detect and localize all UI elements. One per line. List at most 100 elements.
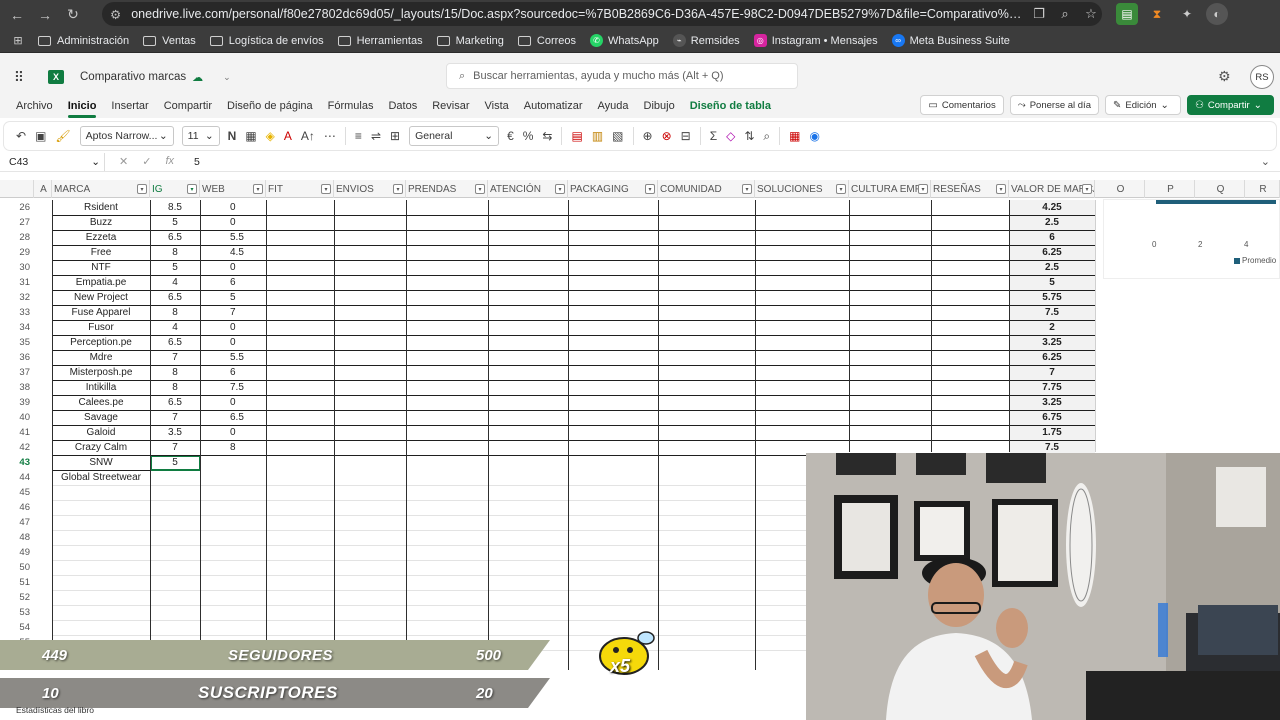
row-number[interactable]: 49	[0, 545, 34, 560]
undo-icon[interactable]: ↶	[16, 129, 26, 143]
copilot-icon[interactable]: ◉	[810, 129, 820, 143]
tab-compartir[interactable]: Compartir	[164, 100, 212, 112]
cell-ig[interactable]	[150, 560, 200, 575]
conditional-format-icon[interactable]: ▤	[571, 129, 582, 143]
filter-dropdown-icon[interactable]: ▾	[321, 184, 331, 194]
merge-icon[interactable]: ⊞	[390, 129, 400, 143]
search-box[interactable]: ⌕ Buscar herramientas, ayuda y mucho más…	[446, 63, 798, 89]
stats-label[interactable]: Estadísticas del libro	[16, 705, 94, 715]
cell-web[interactable]	[200, 545, 266, 560]
row-number[interactable]: 54	[0, 620, 34, 635]
star-icon[interactable]: ☆	[1080, 6, 1102, 22]
filter-dropdown-icon[interactable]: ▾	[645, 184, 655, 194]
column-header-packaging[interactable]: PACKAGING ▾	[568, 180, 658, 198]
currency-icon[interactable]: €	[507, 129, 514, 143]
cell-ig[interactable]: 6.5	[150, 290, 200, 305]
row-number[interactable]: 26	[0, 200, 34, 215]
cell-ig[interactable]: 5	[150, 260, 200, 275]
cell-marca[interactable]: Empatia.pe	[52, 275, 150, 290]
filter-dropdown-icon[interactable]: ▾	[137, 184, 147, 194]
column-header-web[interactable]: WEB ▾	[200, 180, 266, 198]
row-number[interactable]: 31	[0, 275, 34, 290]
cell-ig[interactable]	[150, 620, 200, 635]
format-cells-icon[interactable]: ⊟	[681, 129, 691, 143]
cell-marca[interactable]: Mdre	[52, 350, 150, 365]
tab-diseno-pagina[interactable]: Diseño de página	[227, 100, 313, 112]
font-family-select[interactable]: Aptos Narrow... ⌄	[79, 126, 174, 146]
settings-icon[interactable]: ⚙	[1218, 68, 1231, 85]
bookmark-meta[interactable]: ∞ Meta Business Suite	[891, 34, 1010, 47]
profile-icon[interactable]: ◐	[1206, 3, 1228, 25]
cell-web[interactable]	[200, 500, 266, 515]
cell-web[interactable]: 8	[200, 440, 266, 455]
cell-web[interactable]: 5.5	[200, 350, 266, 365]
cell-web[interactable]	[200, 530, 266, 545]
cell-marca[interactable]: Calees.pe	[52, 395, 150, 410]
cell-marca[interactable]: Ezzeta	[52, 230, 150, 245]
row-number[interactable]: 30	[0, 260, 34, 275]
align-icon[interactable]: ≡	[355, 129, 362, 143]
bold-icon[interactable]: N	[228, 129, 237, 143]
filter-dropdown-icon[interactable]: ▾	[918, 184, 928, 194]
cell-marca[interactable]	[52, 605, 150, 620]
select-all-corner[interactable]	[0, 180, 34, 198]
row-number[interactable]: 45	[0, 485, 34, 500]
cell-valor[interactable]: 5	[1009, 275, 1095, 290]
more-icon[interactable]: ⋯	[324, 129, 336, 143]
cell-marca[interactable]: SNW	[52, 455, 150, 470]
cell-valor[interactable]: 2.5	[1009, 260, 1095, 275]
row-number[interactable]: 27	[0, 215, 34, 230]
cell-marca[interactable]: Buzz	[52, 215, 150, 230]
cell-marca[interactable]: Crazy Calm	[52, 440, 150, 455]
format-painter-icon[interactable]: 🖌	[55, 129, 70, 143]
row-number[interactable]: 37	[0, 365, 34, 380]
cell-web[interactable]	[200, 560, 266, 575]
site-info-icon[interactable]: ⚙	[110, 7, 121, 22]
cell-marca[interactable]	[52, 620, 150, 635]
tab-insertar[interactable]: Insertar	[111, 100, 148, 112]
sort-filter-icon[interactable]: ⇅	[744, 129, 754, 143]
tab-diseno-tabla[interactable]: Diseño de tabla	[690, 100, 771, 112]
cell-web[interactable]: 5	[200, 290, 266, 305]
bookmark-administracion[interactable]: Administración	[38, 35, 129, 47]
row-number[interactable]: 36	[0, 350, 34, 365]
tab-revisar[interactable]: Revisar	[432, 100, 469, 112]
decimal-icon[interactable]: ⇆	[542, 129, 552, 143]
cell-ig[interactable]: 4	[150, 320, 200, 335]
cell-web[interactable]	[200, 455, 266, 470]
cell-ig[interactable]: 6.5	[150, 230, 200, 245]
row-number[interactable]: 46	[0, 500, 34, 515]
tab-datos[interactable]: Datos	[388, 100, 417, 112]
column-header-q[interactable]: Q	[1195, 180, 1245, 198]
cell-valor[interactable]: 1.75	[1009, 425, 1095, 440]
cell-ig[interactable]	[150, 515, 200, 530]
cell-valor[interactable]: 7	[1009, 365, 1095, 380]
cell-web[interactable]: 0	[200, 425, 266, 440]
column-header-envios[interactable]: ENVIOS ▾	[334, 180, 406, 198]
cell-marca[interactable]: Free	[52, 245, 150, 260]
catchup-button[interactable]: ⤳ Ponerse al día	[1009, 95, 1099, 115]
column-header-r[interactable]: R	[1245, 180, 1280, 198]
cell-web[interactable]: 0	[200, 200, 266, 215]
cell-web[interactable]: 0	[200, 335, 266, 350]
cell-ig[interactable]: 4	[150, 275, 200, 290]
cell-valor[interactable]: 5.75	[1009, 290, 1095, 305]
column-header-valor[interactable]: VALOR DE MARCA ▾	[1009, 180, 1095, 198]
apps-grid-icon[interactable]: ⊞	[10, 34, 26, 47]
cell-web[interactable]: 0	[200, 260, 266, 275]
cell-marca[interactable]	[52, 560, 150, 575]
extension-bow-icon[interactable]: ⧗	[1146, 3, 1168, 25]
filter-dropdown-icon[interactable]: ▾	[742, 184, 752, 194]
paste-icon[interactable]: ▣	[35, 129, 46, 143]
cell-valor[interactable]: 3.25	[1009, 335, 1095, 350]
tab-dibujo[interactable]: Dibujo	[644, 100, 675, 112]
cell-web[interactable]: 6.5	[200, 410, 266, 425]
cell-web[interactable]	[200, 575, 266, 590]
percent-icon[interactable]: %	[523, 129, 534, 143]
cell-ig[interactable]	[150, 485, 200, 500]
cell-ig[interactable]: 7	[150, 410, 200, 425]
cell-marca[interactable]	[52, 515, 150, 530]
cell-web[interactable]: 5.5	[200, 230, 266, 245]
filter-dropdown-icon[interactable]: ▾	[475, 184, 485, 194]
row-number[interactable]: 52	[0, 590, 34, 605]
